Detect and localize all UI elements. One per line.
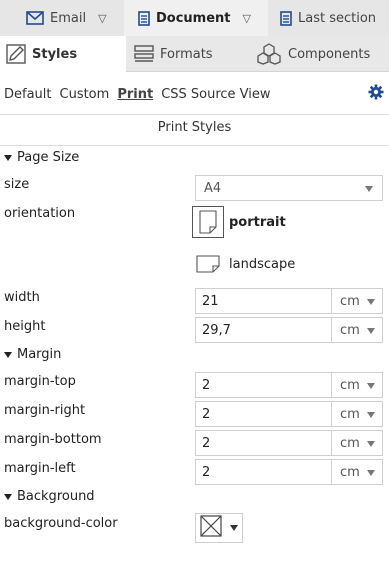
width-unit-select[interactable]: cm [331, 288, 383, 314]
height-unit-value: cm [340, 322, 360, 338]
size-select[interactable]: A4 [195, 175, 383, 201]
width-field: cm [195, 288, 383, 314]
caret-down-icon [367, 299, 375, 305]
background-section-toggle[interactable]: Background [4, 489, 95, 504]
margin-bottom-unit-value: cm [340, 435, 360, 451]
height-field: cm [195, 317, 383, 343]
components-icon [256, 43, 282, 65]
tab-components[interactable]: Components [250, 36, 389, 72]
caret-down-icon [230, 525, 238, 531]
no-color-swatch-icon [200, 515, 222, 541]
background-heading: Background [17, 489, 95, 504]
caret-down-icon [365, 186, 373, 192]
margin-bottom-field: cm [195, 430, 383, 456]
tab-email[interactable]: Email ▽ [0, 0, 124, 36]
tab-formats-label: Formats [160, 46, 213, 62]
caret-down-icon [367, 470, 375, 476]
tab-formats[interactable]: Formats [126, 36, 250, 72]
margin-top-unit-value: cm [340, 377, 360, 393]
width-label: width [4, 290, 40, 305]
tab-email-label: Email [50, 10, 87, 26]
background-color-label: background-color [4, 516, 118, 531]
page-size-section-toggle[interactable]: Page Size [4, 150, 79, 165]
mode-print-link[interactable]: Print [117, 87, 153, 102]
page-size-heading: Page Size [17, 150, 80, 165]
mode-default-link[interactable]: Default [4, 87, 52, 102]
size-select-value: A4 [204, 180, 222, 196]
caret-down-icon [367, 383, 375, 389]
margin-left-unit-value: cm [340, 464, 360, 480]
margin-left-label: margin-left [4, 461, 76, 476]
gear-icon[interactable] [368, 84, 384, 104]
landscape-page-icon [192, 248, 224, 280]
width-input[interactable] [195, 288, 331, 314]
margin-top-label: margin-top [4, 374, 76, 389]
top-tab-bar: Email ▽ Document ▽ Last section [0, 0, 389, 36]
tab-email-dropdown-icon[interactable]: ▽ [98, 12, 106, 25]
size-label: size [4, 177, 30, 192]
caret-down-icon [367, 412, 375, 418]
tab-last-section[interactable]: Last section [268, 0, 389, 36]
tab-document-dropdown-icon[interactable]: ▽ [243, 12, 251, 25]
caret-down-icon [367, 441, 375, 447]
envelope-icon [26, 11, 44, 25]
margin-top-input[interactable] [195, 372, 331, 398]
divider [0, 145, 389, 146]
margin-right-label: margin-right [4, 403, 86, 418]
margin-right-unit-value: cm [340, 406, 360, 422]
collapse-triangle-icon [4, 154, 12, 161]
divider [0, 114, 389, 115]
sub-tab-bar: Styles Formats Components [0, 36, 389, 72]
formats-icon [134, 45, 154, 63]
landscape-label: landscape [229, 256, 296, 272]
tab-last-section-label: Last section [298, 10, 377, 26]
mode-css-source-link[interactable]: CSS Source View [161, 87, 270, 102]
height-input[interactable] [195, 317, 331, 343]
portrait-page-icon [192, 206, 224, 238]
orientation-label: orientation [4, 206, 76, 221]
document-icon [280, 10, 292, 26]
pencil-icon [6, 44, 26, 64]
tab-document-label: Document [156, 10, 231, 26]
tab-components-label: Components [288, 46, 371, 62]
caret-down-icon [367, 328, 375, 334]
orientation-landscape-option[interactable]: landscape [192, 248, 295, 280]
orientation-portrait-option[interactable]: portrait [192, 206, 286, 238]
margin-right-input[interactable] [195, 401, 331, 427]
margin-bottom-input[interactable] [195, 430, 331, 456]
tab-styles[interactable]: Styles [0, 36, 126, 72]
margin-heading: Margin [17, 347, 62, 362]
height-unit-select[interactable]: cm [331, 317, 383, 343]
margin-top-unit-select[interactable]: cm [331, 372, 383, 398]
collapse-triangle-icon [4, 351, 12, 358]
margin-right-unit-select[interactable]: cm [331, 401, 383, 427]
tab-styles-label: Styles [32, 46, 78, 62]
margin-section-toggle[interactable]: Margin [4, 347, 61, 362]
background-color-picker[interactable] [195, 513, 243, 543]
tab-document[interactable]: Document ▽ [124, 0, 268, 36]
portrait-label: portrait [229, 214, 286, 230]
mode-custom-link[interactable]: Custom [60, 87, 110, 102]
margin-top-field: cm [195, 372, 383, 398]
height-label: height [4, 319, 46, 334]
panel-title: Print Styles [157, 120, 232, 135]
margin-left-input[interactable] [195, 459, 331, 485]
margin-bottom-label: margin-bottom [4, 432, 102, 447]
width-unit-value: cm [340, 293, 360, 309]
margin-left-unit-select[interactable]: cm [331, 459, 383, 485]
document-icon [138, 10, 150, 26]
collapse-triangle-icon [4, 493, 12, 500]
margin-left-field: cm [195, 459, 383, 485]
margin-bottom-unit-select[interactable]: cm [331, 430, 383, 456]
margin-right-field: cm [195, 401, 383, 427]
style-mode-bar: Default Custom Print CSS Source View [0, 82, 389, 106]
